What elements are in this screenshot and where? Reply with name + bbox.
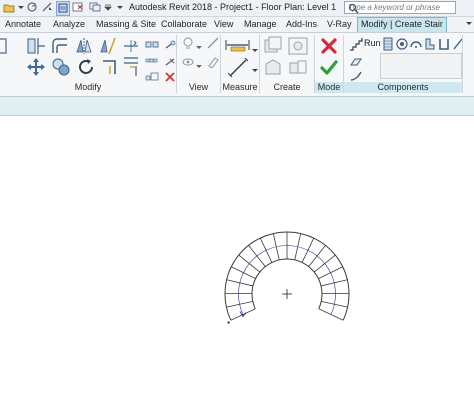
tab-collaborate[interactable]: Collaborate: [161, 18, 207, 31]
window-title: Autodesk Revit 2018 - Project1 - Floor P…: [129, 2, 336, 12]
stair-tread-line: [295, 234, 301, 260]
stair-tread-line: [231, 267, 255, 279]
stair-tread-line: [319, 309, 343, 320]
stair-start-point: [227, 321, 229, 323]
run-label[interactable]: Run: [364, 38, 381, 48]
stair-tread-line: [302, 238, 314, 262]
measure-between-icon[interactable]: [225, 38, 251, 57]
pin-small-icon[interactable]: [164, 37, 176, 55]
drawing-canvas[interactable]: [0, 116, 474, 409]
create-parts-icon[interactable]: [263, 58, 283, 83]
tab-modify-create-stair[interactable]: Modify | Create Stair: [357, 17, 447, 32]
stair-tread-line: [318, 267, 342, 279]
trim-extend-icon[interactable]: [100, 57, 120, 82]
component-gallery[interactable]: [380, 53, 462, 79]
options-bar: [0, 97, 474, 116]
stair-inner-boundary: [252, 259, 322, 309]
tab-manage[interactable]: Manage: [244, 18, 277, 31]
quick-access-toolbar: Autodesk Revit 2018 - Project1 - Floor P…: [0, 0, 474, 17]
sync-icon[interactable]: [26, 1, 38, 14]
copy-small-icon[interactable]: [145, 37, 159, 55]
cancel-edit-mode-icon[interactable]: [320, 37, 338, 60]
stair-tread-line: [226, 301, 252, 307]
ribbon-minimize-icon[interactable]: [465, 18, 473, 31]
stair-tread-line: [321, 301, 347, 307]
ribbon: Modify View Measure: [0, 33, 474, 97]
create-assembly-icon[interactable]: [287, 58, 309, 83]
measure-dropdown-arrow-icon[interactable]: [252, 41, 258, 59]
tab-add-ins[interactable]: Add-Ins: [286, 18, 317, 31]
open-icon[interactable]: [3, 1, 15, 14]
panel-measure-label: Measure: [221, 82, 259, 93]
stair-run-icon[interactable]: [349, 37, 363, 56]
panel-mode-label: Mode: [315, 82, 343, 93]
copy-icon[interactable]: [51, 57, 71, 82]
panel-create-label: Create: [260, 82, 314, 93]
ribbon-tabs: Annotate Analyze Massing & Site Collabor…: [0, 17, 474, 33]
search-icon[interactable]: [348, 3, 471, 16]
stair-tread-line: [321, 280, 347, 286]
tab-massing-site[interactable]: Massing & Site: [96, 18, 156, 31]
stair-tread-line: [273, 234, 279, 260]
hide-dropdown-icon[interactable]: [196, 57, 202, 75]
modify-select-icon[interactable]: [0, 37, 10, 60]
move-icon[interactable]: [26, 57, 46, 82]
stair-tread-line: [239, 255, 260, 272]
customize-dropdown-icon[interactable]: [104, 1, 112, 14]
dimension-dropdown-icon[interactable]: [252, 61, 258, 79]
stair-tread-line: [231, 309, 255, 320]
customize-quick-access-icon[interactable]: [116, 1, 124, 14]
aligned-dimension-icon[interactable]: [227, 58, 249, 83]
thin-lines-icon[interactable]: [56, 1, 70, 16]
panel-view-label: View: [177, 82, 220, 93]
switch-windows-icon[interactable]: [89, 1, 101, 14]
finish-edit-mode-icon[interactable]: [320, 60, 338, 81]
stair-tread-line: [309, 245, 326, 266]
panel-separator: [462, 35, 463, 93]
stair-tread-line: [314, 255, 335, 272]
tab-analyze[interactable]: Analyze: [53, 18, 85, 31]
panel-modify-label: Modify: [0, 82, 176, 93]
stair-tread-line: [249, 245, 266, 266]
trim-multiple-icon[interactable]: [122, 55, 142, 82]
override-graphics-icon[interactable]: [181, 36, 195, 55]
view-dropdown-icon[interactable]: [196, 38, 202, 56]
dropdown-arrow-icon[interactable]: [18, 1, 24, 14]
tab-annotate[interactable]: Annotate: [5, 18, 41, 31]
panel-components-label: Components: [344, 82, 462, 93]
rotate-icon[interactable]: [76, 57, 96, 82]
stair-tread-line: [227, 280, 253, 286]
stair-tread-line: [260, 238, 272, 262]
hide-element-icon[interactable]: [181, 55, 195, 73]
measure-dropdown-icon[interactable]: [41, 1, 53, 14]
close-hidden-icon[interactable]: [72, 1, 84, 14]
spiral-stair-drawing[interactable]: [0, 116, 474, 409]
paint-icon[interactable]: [206, 55, 220, 73]
search-input[interactable]: Type a keyword or phrase: [344, 1, 456, 14]
linework-icon[interactable]: [206, 36, 220, 55]
tab-v-ray[interactable]: V-Ray: [327, 18, 352, 31]
tab-view[interactable]: View: [214, 18, 233, 31]
